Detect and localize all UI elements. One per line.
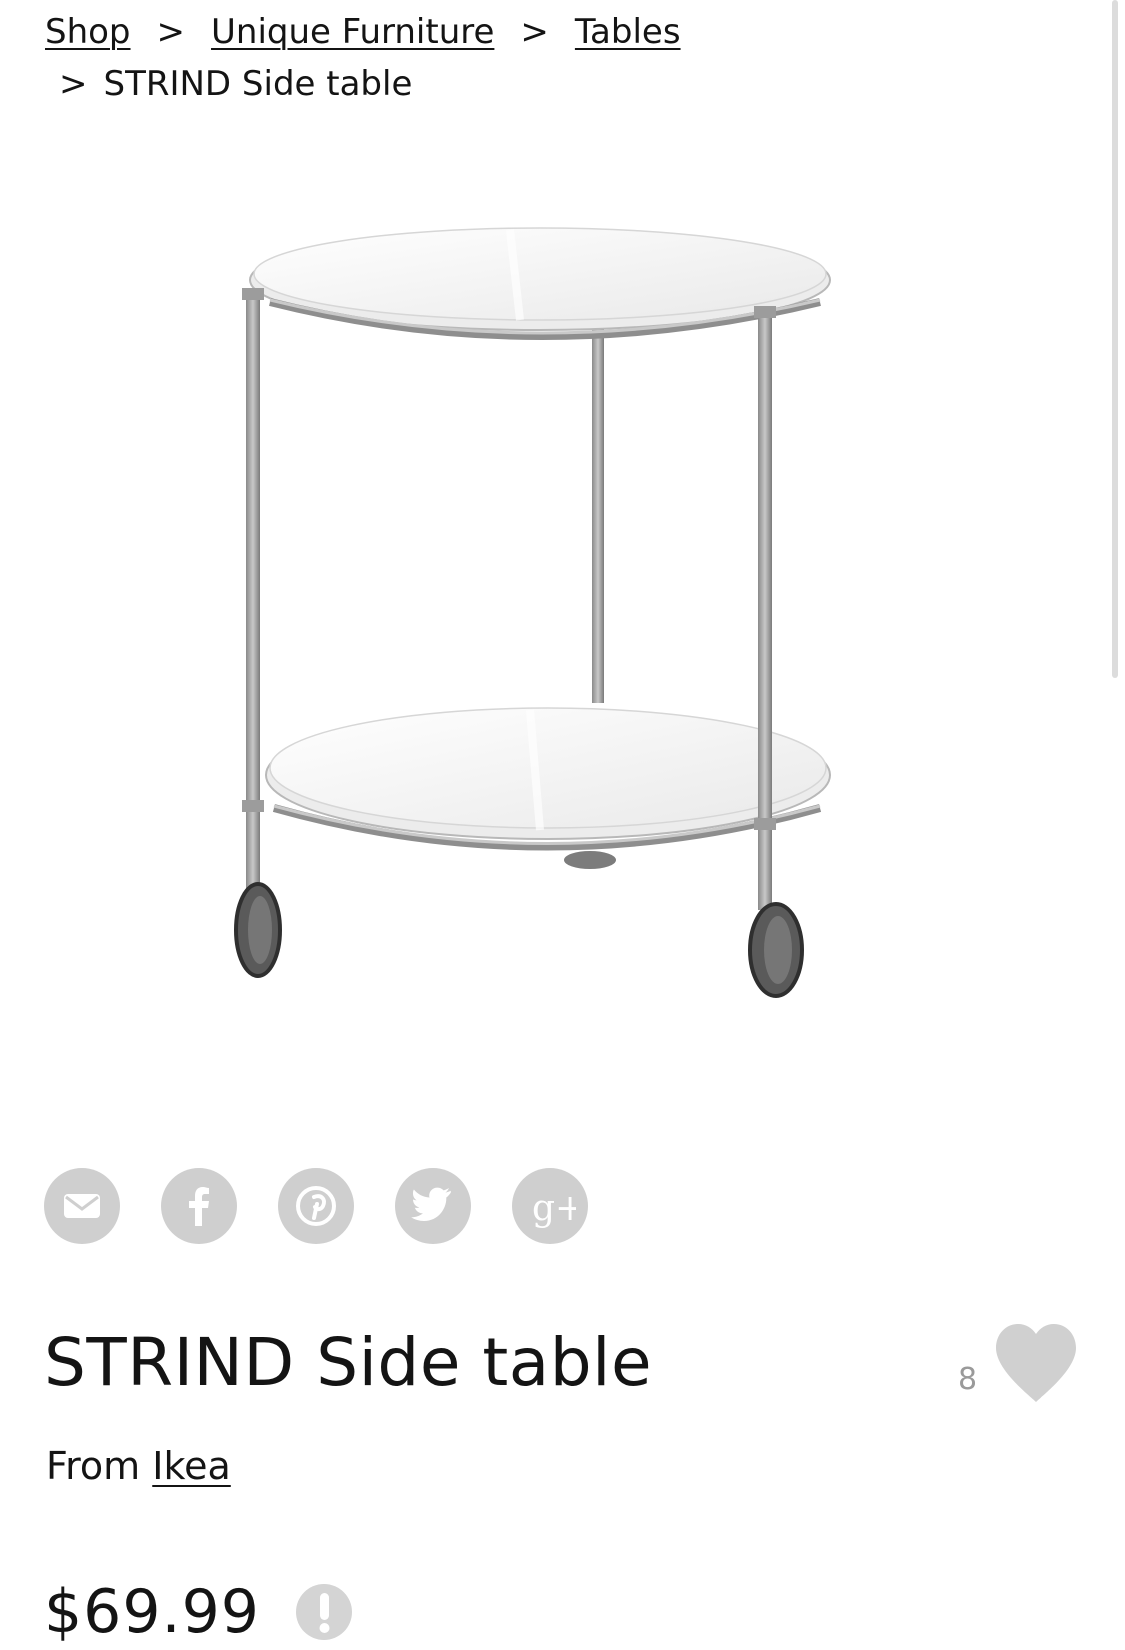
facebook-icon (189, 1187, 209, 1226)
breadcrumb: Shop > Unique Furniture > Tables > STRIN… (45, 6, 1045, 110)
scrollbar[interactable] (1112, 0, 1118, 678)
source-link-ikea[interactable]: Ikea (152, 1444, 231, 1488)
facebook-share-button[interactable] (161, 1168, 237, 1244)
breadcrumb-separator: > (156, 12, 186, 52)
breadcrumb-link-shop[interactable]: Shop (45, 6, 131, 58)
product-price: $69.99 (44, 1577, 260, 1647)
google-plus-share-button[interactable]: g+ (512, 1168, 588, 1244)
breadcrumb-link-tables[interactable]: Tables (575, 6, 681, 58)
product-title: STRIND Side table (44, 1324, 653, 1401)
google-plus-icon: g+ (532, 1188, 576, 1229)
like-count: 8 (958, 1362, 978, 1397)
email-icon (64, 1194, 100, 1218)
share-buttons: g+ (44, 1168, 588, 1244)
breadcrumb-separator: > (520, 12, 549, 52)
heart-icon[interactable] (992, 1322, 1080, 1404)
exclamation-icon (319, 1593, 330, 1633)
twitter-icon (411, 1187, 451, 1221)
twitter-share-button[interactable] (395, 1168, 471, 1244)
pinterest-icon (296, 1186, 336, 1226)
price-info-button[interactable] (296, 1584, 352, 1640)
breadcrumb-row-1: Shop > Unique Furniture > Tables (45, 6, 1045, 58)
breadcrumb-link-unique-furniture[interactable]: Unique Furniture (211, 6, 494, 58)
like-widget: 8 (958, 1322, 1088, 1412)
breadcrumb-row-2: > STRIND Side table (45, 58, 1045, 110)
email-share-button[interactable] (44, 1168, 120, 1244)
pinterest-share-button[interactable] (278, 1168, 354, 1244)
side-table-image (230, 210, 880, 1080)
breadcrumb-current: STRIND Side table (103, 64, 413, 104)
product-source: From Ikea (46, 1440, 231, 1492)
breadcrumb-separator: > (59, 64, 88, 104)
source-prefix: From (46, 1444, 141, 1488)
google-plus-glyph: g+ (532, 1188, 576, 1229)
